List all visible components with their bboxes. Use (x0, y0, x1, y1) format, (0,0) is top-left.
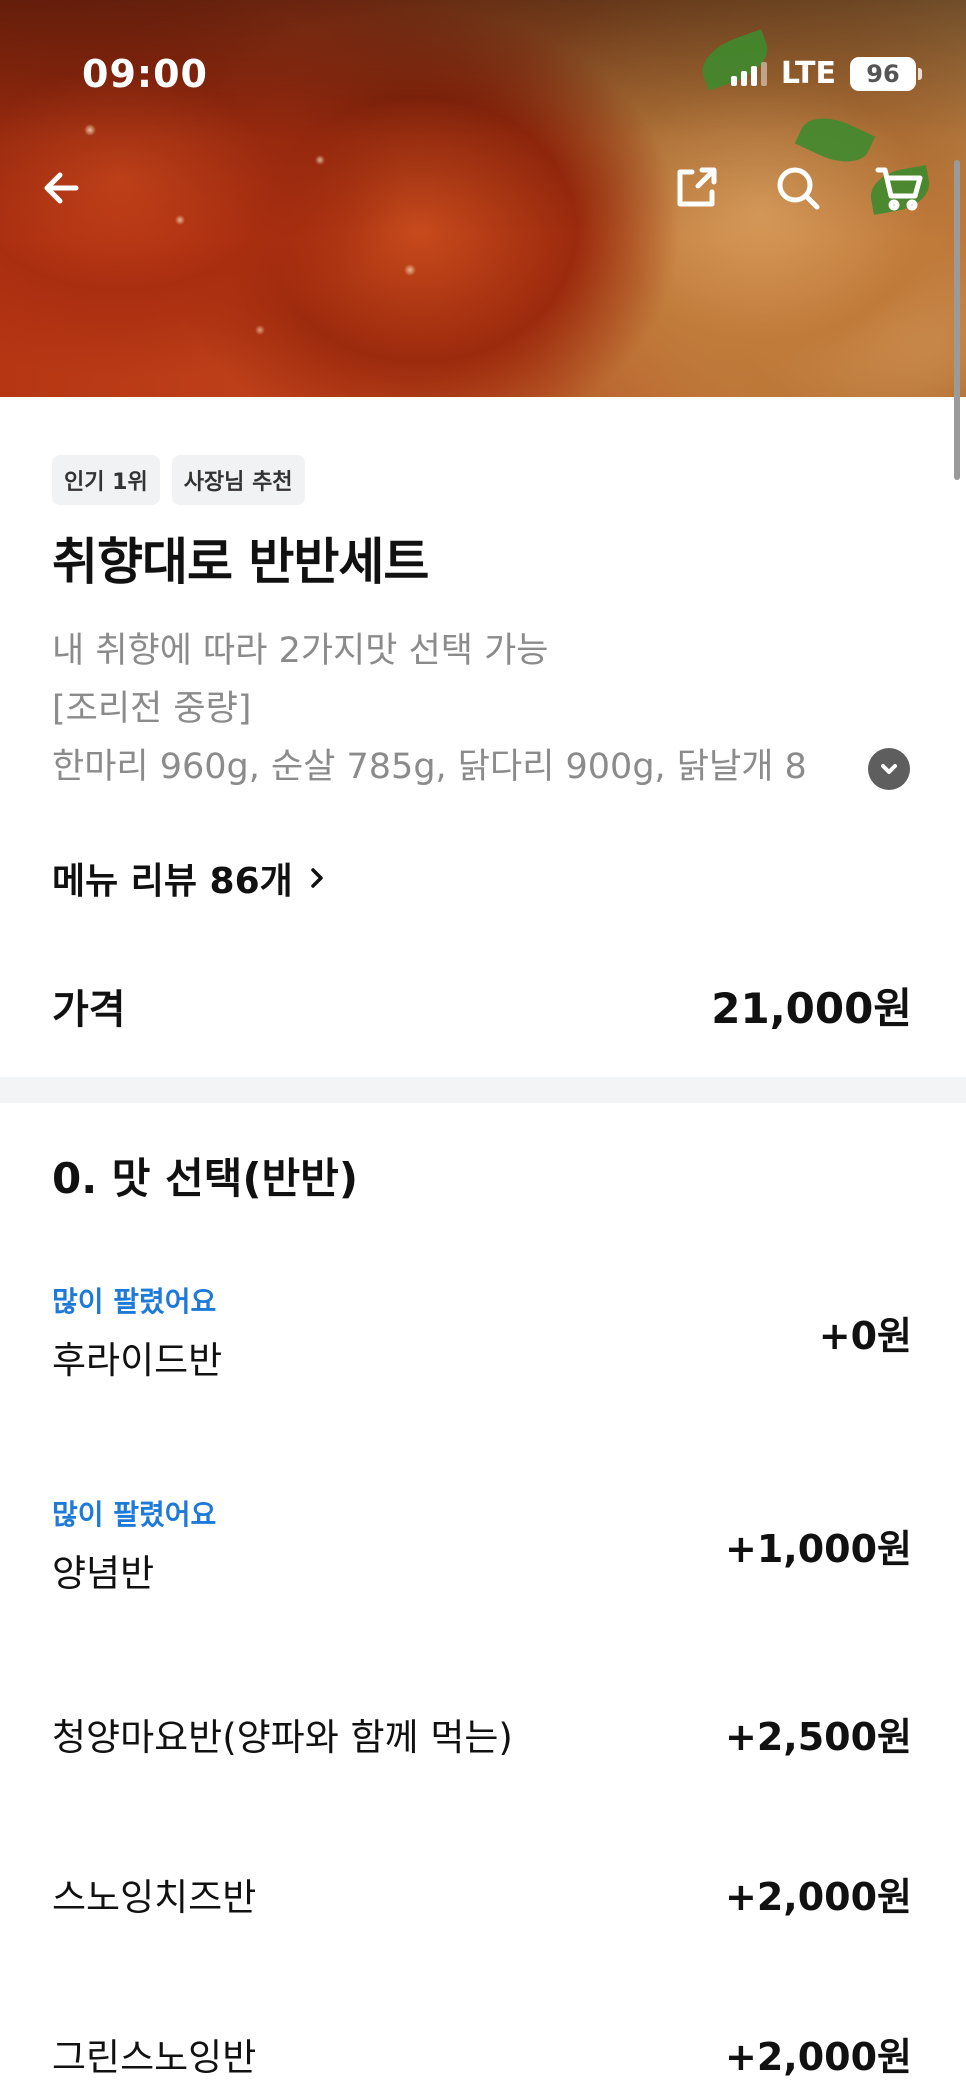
description-line: 내 취향에 따라 2가지맛 선택 가능 (52, 631, 549, 671)
option-item-fried[interactable]: 많이 팔렸어요 후라이드반 +0원 (52, 1280, 912, 1384)
option-item-yangnyeom[interactable]: 많이 팔렸어요 양념반 +1,000원 (52, 1493, 912, 1597)
bestseller-tag: 많이 팔렸어요 (52, 1285, 217, 1318)
option-price: +2,000원 (725, 2035, 912, 2079)
badge-owner-recommend: 사장님 추천 (171, 455, 305, 505)
option-name: 스노잉치즈반 (52, 1875, 257, 1919)
option-price: +2,500원 (725, 1715, 912, 1759)
status-bar: 09:00 LTE 96 (0, 48, 966, 104)
option-price: +1,000원 (725, 1526, 912, 1571)
menu-title: 취향대로 반반세트 (52, 533, 429, 591)
price-value: 21,000원 (711, 984, 912, 1033)
signal-icon (730, 61, 767, 86)
chevron-down-icon[interactable] (868, 748, 910, 790)
search-icon[interactable] (770, 160, 826, 216)
option-item-snowing-cheese[interactable]: 스노잉치즈반 +2,000원 (52, 1866, 912, 1921)
review-link-label: 메뉴 리뷰 86개 (52, 861, 293, 902)
cart-icon[interactable] (872, 160, 928, 216)
option-name: 후라이드반 (52, 1339, 223, 1382)
section-divider (0, 1077, 966, 1103)
description-line: 한마리 960g, 순살 785g, 닭다리 900g, 닭날개 8 (52, 738, 902, 796)
option-price: +2,000원 (725, 1875, 912, 1919)
chevron-right-icon (311, 868, 323, 888)
bestseller-tag: 많이 팔렸어요 (52, 1498, 217, 1531)
share-icon[interactable] (668, 160, 724, 216)
menu-review-link[interactable]: 메뉴 리뷰 86개 (52, 852, 329, 904)
option-group-title: 0. 맛 선택(반반) (52, 1154, 359, 1203)
option-item-green-snowing[interactable]: 그린스노잉반 +2,000원 (52, 2026, 912, 2081)
network-label: LTE (780, 56, 836, 91)
option-item-cheongyang-mayo[interactable]: 청양마요반(양파와 함께 먹는) +2,500원 (52, 1706, 912, 1761)
price-row: 가격 21,000원 (52, 975, 912, 1036)
menu-description: 내 취향에 따라 2가지맛 선택 가능 [조리전 중량] 한마리 960g, 순… (52, 622, 912, 796)
status-time: 09:00 (82, 52, 208, 96)
option-name: 그린스노잉반 (52, 2035, 257, 2079)
description-line: [조리전 중량] (52, 689, 252, 729)
price-label: 가격 (52, 986, 126, 1033)
option-name: 청양마요반(양파와 함께 먹는) (52, 1715, 513, 1759)
arrow-left-icon[interactable] (36, 160, 92, 216)
badge-row: 인기 1위 사장님 추천 (52, 455, 305, 505)
option-name: 양념반 (52, 1552, 155, 1595)
battery-icon: 96 (850, 56, 922, 91)
option-price: +0원 (818, 1313, 912, 1358)
badge-popular: 인기 1위 (52, 455, 160, 505)
scrollbar[interactable] (954, 160, 960, 480)
